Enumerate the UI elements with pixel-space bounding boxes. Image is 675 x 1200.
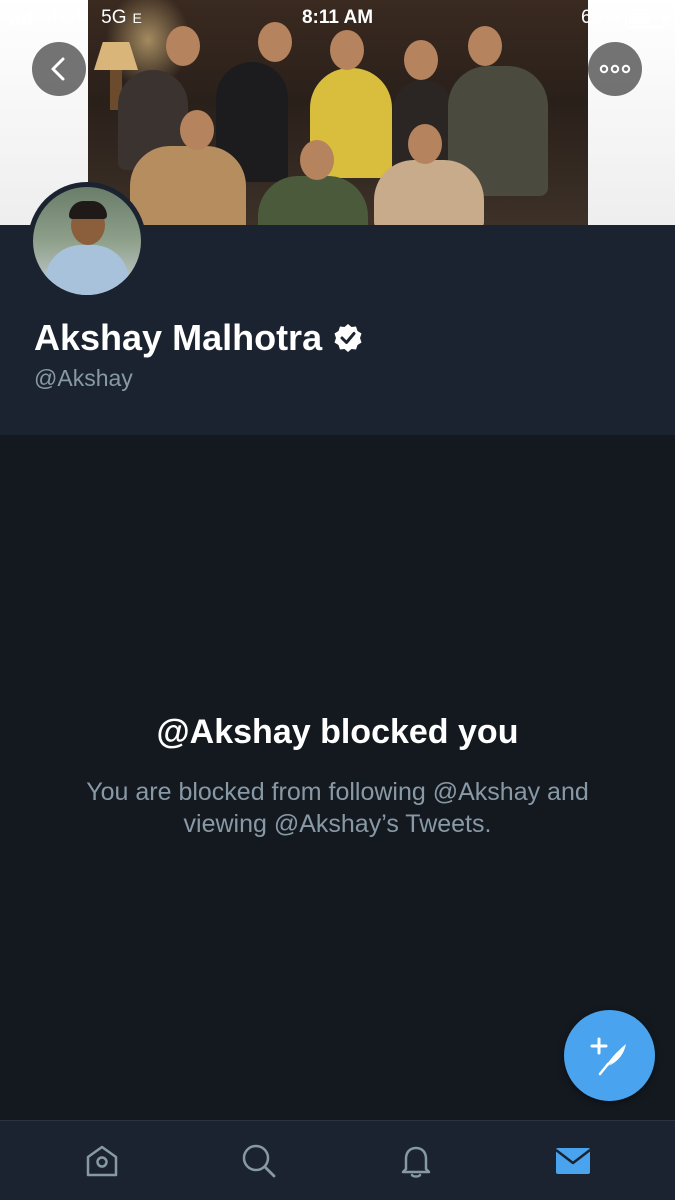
avatar-hair: [69, 201, 107, 219]
back-button[interactable]: [32, 42, 86, 96]
person-figure: [258, 176, 368, 225]
battery-fill: [629, 12, 650, 24]
bell-icon: [401, 1146, 431, 1178]
person-head: [404, 40, 438, 80]
person-head: [330, 30, 364, 70]
clock: 8:11 AM: [301, 7, 374, 28]
person-head: [300, 140, 334, 180]
person-head: [408, 124, 442, 164]
avatar-photo: [33, 187, 141, 295]
bottom-tab-bar: [0, 1120, 675, 1200]
person-head: [180, 110, 214, 150]
mail-icon: [554, 1147, 591, 1174]
profile-handle: @Akshay: [34, 365, 133, 391]
ellipsis-icon: [599, 64, 631, 74]
more-options-button[interactable]: [588, 42, 642, 96]
tab-search[interactable]: [229, 1131, 289, 1191]
blocked-description: You are blocked from following @Akshay a…: [86, 778, 589, 838]
home-icon: [87, 1145, 118, 1176]
search-icon: [242, 1144, 276, 1177]
chevron-left-icon: [51, 57, 65, 81]
tab-home[interactable]: [72, 1131, 132, 1191]
tab-notifications[interactable]: [386, 1131, 446, 1191]
profile-name-row: Akshay Malhotra: [34, 317, 364, 359]
battery-icon: [625, 8, 668, 28]
lamp-shade: [94, 42, 138, 70]
person-figure: [130, 146, 246, 225]
tab-messages[interactable]: [543, 1131, 603, 1191]
compose-tweet-icon: [590, 1037, 626, 1075]
status-bar-right: 63%: [580, 7, 668, 29]
blocked-title: @Akshay blocked you: [156, 713, 519, 751]
verified-badge-icon: [334, 324, 362, 352]
avatar-body: [45, 245, 129, 295]
person-figure: [374, 160, 484, 225]
profile-name: Akshay Malhotra: [34, 317, 323, 358]
status-bar: AT&T 5G E 8:11 AM 63%: [0, 0, 675, 36]
compose-tweet-button[interactable]: [564, 1010, 655, 1101]
avatar[interactable]: [28, 182, 146, 300]
battery-percent: 63%: [580, 7, 619, 28]
